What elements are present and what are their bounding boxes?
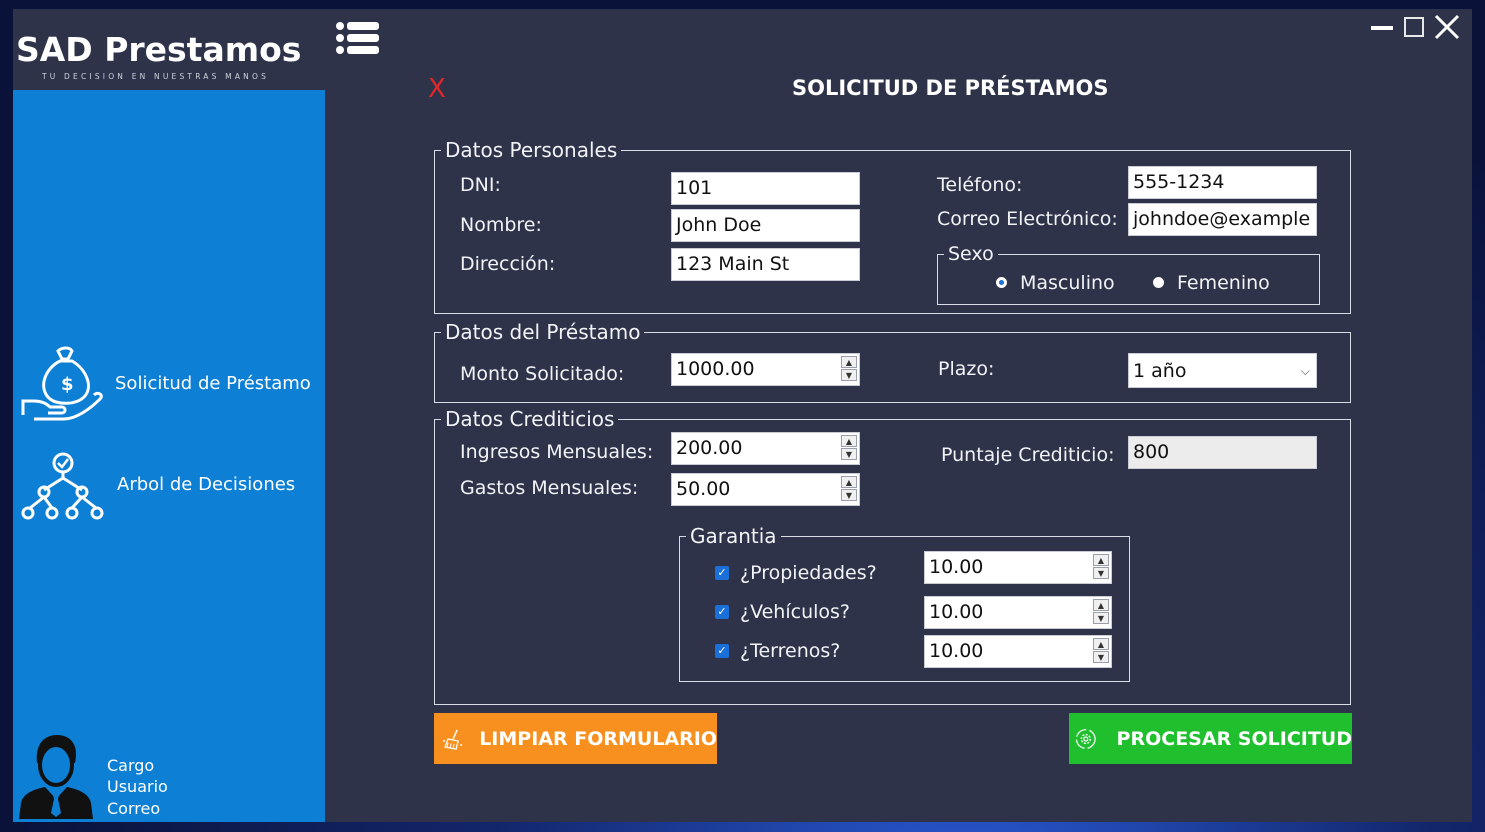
spin-up-icon[interactable]: ▲ [841,435,857,447]
loan-data-legend: Datos del Préstamo [445,320,641,344]
process-request-label: PROCESAR SOLICITUD [1116,727,1352,750]
radio-selected-icon [996,277,1007,288]
credit-data-legend: Datos Crediticios [445,407,615,431]
direccion-label: Dirección: [460,253,556,275]
broom-icon [443,729,463,750]
nombre-label: Nombre: [460,214,542,236]
dni-label: DNI: [460,174,501,196]
vehiculos-spinbox[interactable]: 10.00 ▲ ▼ [924,596,1112,629]
spin-buttons[interactable]: ▲ ▼ [841,435,857,461]
process-request-button[interactable]: PROCESAR SOLICITUD [1069,713,1352,764]
sidebar-item-label: Solicitud de Préstamo [115,373,311,394]
brand-tagline: TU DECISION EN NUESTRAS MANOS [42,72,270,81]
monto-label: Monto Solicitado: [460,363,625,385]
spin-down-icon[interactable]: ▼ [1093,651,1109,663]
spin-buttons[interactable]: ▲ ▼ [1093,599,1109,625]
plazo-value: 1 año [1133,360,1187,382]
puntaje-label: Puntaje Crediticio: [941,444,1115,466]
gear-process-icon [1075,728,1096,749]
vehiculos-value: 10.00 [929,601,984,623]
gastos-value: 50.00 [676,478,731,500]
spin-down-icon[interactable]: ▼ [841,369,857,381]
menu-toggle-button[interactable] [335,20,381,58]
spin-down-icon[interactable]: ▼ [841,448,857,460]
ingresos-spinbox[interactable]: 200.00 ▲ ▼ [671,432,860,465]
hamburger-list-icon [336,22,379,54]
ingresos-value: 200.00 [676,437,743,459]
svg-text:$: $ [61,374,74,395]
checkbox-vehiculos[interactable]: ✓ ¿Vehículos? [714,601,894,625]
maximize-button[interactable] [1404,17,1424,37]
spin-up-icon[interactable]: ▲ [1093,599,1109,611]
telefono-label: Teléfono: [937,174,1023,196]
checkbox-propiedades[interactable]: ✓ ¿Propiedades? [714,562,894,586]
dni-input[interactable]: 101 [671,172,860,205]
telefono-input[interactable]: 555-1234 [1128,166,1317,199]
page-title: SOLICITUD DE PRÉSTAMOS [792,76,1109,100]
spin-buttons[interactable]: ▲ ▼ [841,476,857,502]
spin-up-icon[interactable]: ▲ [1093,638,1109,650]
spin-up-icon[interactable]: ▲ [1093,554,1109,566]
close-window-button[interactable] [1434,14,1460,40]
brand-title: SAD Prestamos [16,30,302,69]
decision-tree-icon [21,452,104,520]
clear-form-button[interactable]: LIMPIAR FORMULARIO [434,713,717,764]
femenino-label: Femenino [1177,272,1270,294]
personal-data-legend: Datos Personales [445,138,618,162]
user-avatar-icon [19,735,93,819]
vehiculos-label: ¿Vehículos? [740,601,850,623]
checkbox-checked-icon: ✓ [715,566,729,580]
spin-down-icon[interactable]: ▼ [1093,612,1109,624]
monto-value: 1000.00 [676,358,755,380]
plazo-select[interactable]: 1 año ⌵ [1128,353,1317,388]
spin-buttons[interactable]: ▲ ▼ [841,356,857,382]
plazo-label: Plazo: [938,358,995,380]
radio-masculino[interactable]: Masculino [996,272,1121,294]
puntaje-field: 800 [1128,436,1317,469]
money-hand-icon: $ [21,346,103,421]
user-usuario: Usuario [107,777,168,796]
sidebar-item-arbol[interactable]: Arbol de Decisiones [20,450,320,522]
checkbox-checked-icon: ✓ [715,644,729,658]
ingresos-label: Ingresos Mensuales: [460,441,654,463]
correo-input[interactable]: johndoe@example [1128,203,1317,236]
monto-spinbox[interactable]: 1000.00 ▲ ▼ [671,353,860,386]
spin-up-icon[interactable]: ▲ [841,356,857,368]
chevron-down-icon: ⌵ [1300,364,1310,378]
spin-buttons[interactable]: ▲ ▼ [1093,638,1109,664]
correo-label: Correo Electrónico: [937,208,1118,230]
gastos-spinbox[interactable]: 50.00 ▲ ▼ [671,473,860,506]
spin-up-icon[interactable]: ▲ [841,476,857,488]
user-correo: Correo [107,799,161,818]
spin-down-icon[interactable]: ▼ [1093,567,1109,579]
clear-form-label: LIMPIAR FORMULARIO [479,727,717,750]
terrenos-value: 10.00 [929,640,984,662]
spin-down-icon[interactable]: ▼ [841,489,857,501]
gastos-label: Gastos Mensuales: [460,477,639,499]
garantia-legend: Garantia [690,524,777,548]
spin-buttons[interactable]: ▲ ▼ [1093,554,1109,580]
terrenos-spinbox[interactable]: 10.00 ▲ ▼ [924,635,1112,668]
user-cargo: Cargo [107,756,155,775]
propiedades-value: 10.00 [929,556,984,578]
nombre-input[interactable]: John Doe [671,209,860,242]
minimize-button[interactable] [1371,26,1393,30]
close-icon [1434,14,1460,40]
radio-unselected-icon [1153,277,1164,288]
direccion-input[interactable]: 123 Main St [671,248,860,281]
sidebar-item-solicitud[interactable]: $ Solicitud de Préstamo [20,345,320,423]
terrenos-label: ¿Terrenos? [740,640,841,662]
propiedades-spinbox[interactable]: 10.00 ▲ ▼ [924,551,1112,584]
form-close-x[interactable]: X [428,74,446,104]
checkbox-terrenos[interactable]: ✓ ¿Terrenos? [714,640,894,664]
sidebar-item-label: Arbol de Decisiones [117,474,296,495]
propiedades-label: ¿Propiedades? [740,562,877,584]
radio-femenino[interactable]: Femenino [1153,272,1278,294]
masculino-label: Masculino [1020,272,1115,294]
checkbox-checked-icon: ✓ [715,605,729,619]
sexo-legend: Sexo [948,243,994,265]
